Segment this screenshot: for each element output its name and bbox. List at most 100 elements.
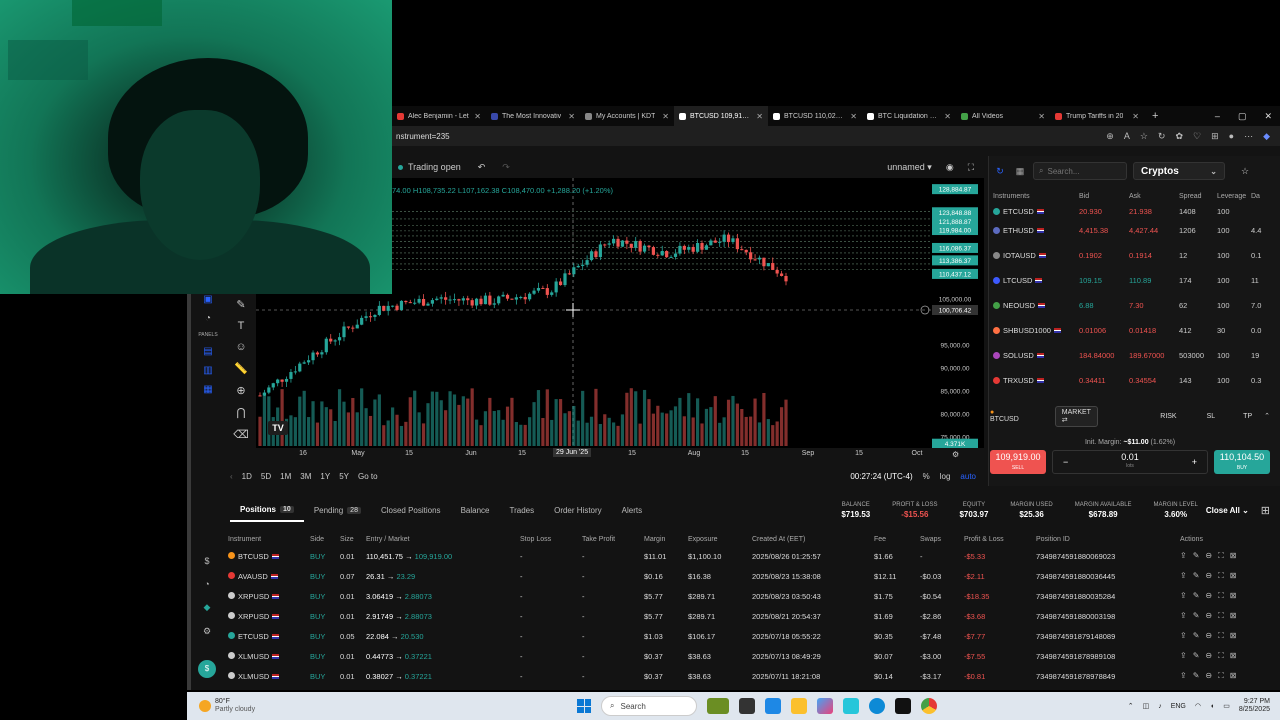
new-tab-button[interactable]: + bbox=[1144, 110, 1166, 122]
speaker-icon[interactable]: ◖ bbox=[1210, 703, 1214, 710]
panel-3-icon[interactable]: ▦ bbox=[203, 384, 212, 395]
undo-icon[interactable]: ↶ bbox=[478, 162, 486, 173]
close-position-icon[interactable]: ⊖ bbox=[1205, 571, 1218, 580]
address-bar[interactable]: nstrument=235 ⊕ A ☆ ↻ ✿ ♡ ⊞ ● ⋯ ◆ bbox=[392, 126, 1280, 146]
language-indicator[interactable]: ENG bbox=[1171, 703, 1186, 710]
edit-icon[interactable]: ✎ bbox=[1193, 591, 1206, 600]
percent-scale-toggle[interactable]: % bbox=[923, 472, 930, 481]
positions-tab[interactable]: Order History bbox=[544, 498, 612, 522]
edit-icon[interactable]: ✎ bbox=[1193, 651, 1206, 660]
take-profit-cell[interactable]: - bbox=[582, 646, 644, 666]
close-position-icon[interactable]: ⊖ bbox=[1205, 651, 1218, 660]
tp-button[interactable]: TP bbox=[1237, 411, 1258, 422]
wifi-icon[interactable]: ◠ bbox=[1195, 702, 1201, 710]
eraser-icon[interactable]: ⌫ bbox=[233, 428, 249, 441]
share-icon[interactable]: ⇪ bbox=[1180, 611, 1193, 620]
positions-tab[interactable]: Closed Positions bbox=[371, 498, 451, 522]
close-position-icon[interactable]: ⊖ bbox=[1205, 591, 1218, 600]
start-button[interactable] bbox=[577, 699, 591, 713]
panel-1-icon[interactable]: ▤ bbox=[203, 346, 212, 357]
maximize-button[interactable]: ▢ bbox=[1238, 111, 1247, 122]
layout-grid-icon[interactable]: ⊞ bbox=[1249, 504, 1270, 517]
share-icon[interactable]: ⇪ bbox=[1180, 551, 1193, 560]
position-row[interactable]: XLMUSD BUY 0.01 0.38027 → 0.37221- - $0.37 $38… bbox=[228, 666, 1270, 686]
expand-icon[interactable]: ⛶ bbox=[1218, 591, 1230, 600]
instrument-row[interactable]: NEOUSD 6.88 7.30 62 100 7.0 bbox=[993, 293, 1277, 318]
edit-icon[interactable]: ✎ bbox=[1193, 611, 1206, 620]
file-explorer-icon[interactable] bbox=[791, 698, 807, 714]
delete-icon[interactable]: ⊠ bbox=[1230, 571, 1243, 580]
instrument-search[interactable]: ⌕ bbox=[1033, 162, 1127, 180]
quantity-value[interactable]: 0.01 lots bbox=[1121, 453, 1139, 471]
deposit-icon[interactable]: $ bbox=[198, 660, 216, 678]
delete-icon[interactable]: ⊠ bbox=[1230, 551, 1243, 560]
stop-loss-cell[interactable]: - bbox=[520, 666, 582, 686]
tab-close-icon[interactable]: ✕ bbox=[1038, 112, 1045, 121]
close-position-icon[interactable]: ⊖ bbox=[1205, 551, 1218, 560]
delete-icon[interactable]: ⊠ bbox=[1230, 671, 1243, 680]
order-type-select[interactable]: MARKET ⇄ bbox=[1054, 405, 1099, 427]
network-icon[interactable]: ◫ bbox=[1143, 702, 1150, 710]
stop-loss-cell[interactable]: - bbox=[520, 626, 582, 646]
time-settings-icon[interactable]: ⚙ bbox=[952, 450, 959, 459]
expand-icon[interactable]: ⛶ bbox=[1218, 571, 1230, 580]
tab-close-icon[interactable]: ✕ bbox=[944, 112, 951, 121]
browser-tab[interactable]: The Most Innovativ ✕ bbox=[486, 106, 580, 126]
delete-icon[interactable]: ⊠ bbox=[1230, 591, 1243, 600]
position-row[interactable]: BTCUSD BUY 0.01 110,451.75 → 109,919.00- - $1… bbox=[228, 546, 1270, 566]
x-app-icon[interactable] bbox=[895, 698, 911, 714]
sell-button[interactable]: 109,919.00 SELL bbox=[990, 450, 1046, 474]
store-icon[interactable] bbox=[765, 698, 781, 714]
magnet-icon[interactable]: ⋂ bbox=[236, 406, 245, 419]
stop-loss-cell[interactable]: - bbox=[520, 646, 582, 666]
stop-loss-cell[interactable]: - bbox=[520, 586, 582, 606]
dollar-icon[interactable]: $ bbox=[204, 556, 209, 566]
tf-1m[interactable]: 1M bbox=[280, 472, 291, 481]
tab-close-icon[interactable]: ✕ bbox=[850, 112, 857, 121]
search-input[interactable] bbox=[1047, 166, 1118, 176]
instrument-row[interactable]: SOLUSD 184.84000 189.67000 503000 100 19 bbox=[993, 343, 1277, 368]
close-all-button[interactable]: Close All ⌄ bbox=[1198, 506, 1249, 515]
refresh-icon[interactable]: ↻ bbox=[993, 166, 1007, 177]
close-position-icon[interactable]: ⊖ bbox=[1205, 671, 1218, 680]
battery-icon[interactable]: ▭ bbox=[1223, 702, 1230, 710]
positions-tab[interactable]: Positions 10 bbox=[230, 498, 304, 522]
browser-tab[interactable]: Trump Tariffs in 20 ✕ bbox=[1050, 106, 1144, 126]
decrement-button[interactable]: − bbox=[1063, 457, 1068, 467]
browser-tab[interactable]: All Videos ✕ bbox=[956, 106, 1050, 126]
instrument-row[interactable]: TRXUSD 0.34411 0.34554 143 100 0.3 bbox=[993, 368, 1277, 393]
emoji-icon[interactable]: ☺ bbox=[235, 341, 246, 353]
take-profit-cell[interactable]: - bbox=[582, 566, 644, 586]
collections-icon[interactable]: ⊞ bbox=[1211, 131, 1219, 142]
favorites-star-icon[interactable]: ☆ bbox=[1241, 166, 1249, 177]
chat-icon[interactable]: ▣ bbox=[203, 294, 212, 305]
widgets-icon[interactable] bbox=[707, 698, 729, 714]
positions-tab[interactable]: Pending 28 bbox=[304, 498, 371, 522]
favorite-star-icon[interactable]: ☆ bbox=[1140, 131, 1148, 142]
expand-icon[interactable]: ⛶ bbox=[1218, 651, 1230, 660]
instrument-row[interactable]: ETHUSD 4,415.38 4,427.44 1206 100 4.4 bbox=[993, 218, 1277, 243]
tab-close-icon[interactable]: ✕ bbox=[756, 112, 763, 121]
more-menu-icon[interactable]: ⋯ bbox=[1244, 131, 1253, 142]
copilot-app-icon[interactable] bbox=[817, 698, 833, 714]
position-row[interactable]: XRPUSD BUY 0.01 3.06419 → 2.88073- - $5.77 $28… bbox=[228, 586, 1270, 606]
layout-select[interactable]: unnamed ▾ bbox=[887, 162, 932, 173]
stop-loss-cell[interactable]: - bbox=[520, 606, 582, 626]
edit-icon[interactable]: ✎ bbox=[1193, 631, 1206, 640]
edge-icon[interactable] bbox=[869, 698, 885, 714]
url-text[interactable]: nstrument=235 bbox=[396, 132, 450, 141]
weather-widget[interactable]: 80°F Partly cloudy bbox=[187, 698, 255, 714]
close-position-icon[interactable]: ⊖ bbox=[1205, 611, 1218, 620]
take-profit-cell[interactable]: - bbox=[582, 626, 644, 646]
sl-button[interactable]: SL bbox=[1201, 411, 1222, 422]
history-icon[interactable]: ◔ bbox=[204, 579, 209, 589]
expand-icon[interactable]: ⛶ bbox=[1218, 631, 1230, 640]
ticket-symbol[interactable]: ● BTCUSD bbox=[990, 409, 1019, 423]
tf-5d[interactable]: 5D bbox=[261, 472, 271, 481]
risk-button[interactable]: RISK bbox=[1154, 411, 1182, 422]
share-icon[interactable]: ⇪ bbox=[1180, 651, 1193, 660]
log-scale-toggle[interactable]: log bbox=[940, 472, 951, 481]
tab-close-icon[interactable]: ✕ bbox=[568, 112, 575, 121]
position-row[interactable]: XRPUSD BUY 0.01 2.91749 → 2.88073- - $5.77 $28… bbox=[228, 606, 1270, 626]
take-profit-cell[interactable]: - bbox=[582, 546, 644, 566]
